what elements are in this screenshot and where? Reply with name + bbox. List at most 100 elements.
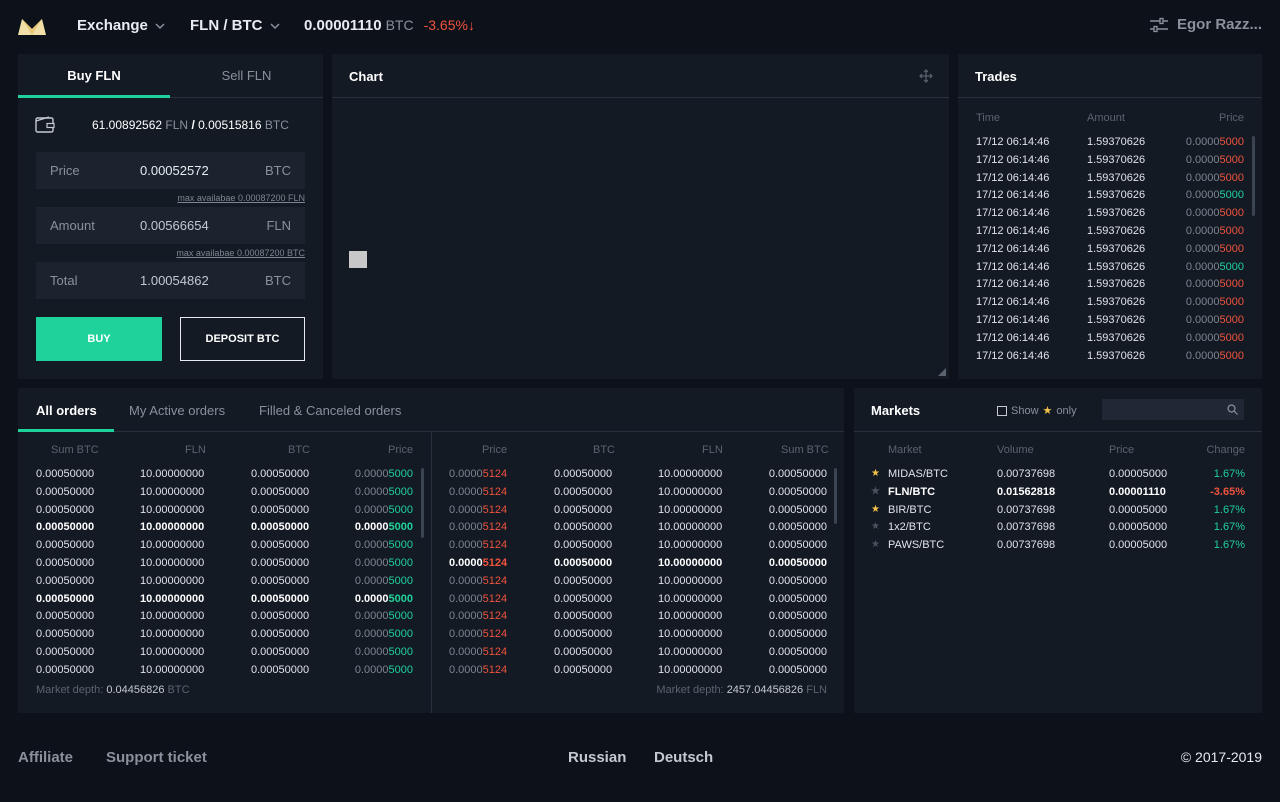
bid-row[interactable]: 0.00050000 10.00000000 0.00050000 0.0000500… — [18, 575, 431, 593]
ask-row[interactable]: 0.00005124 0.00050000 10.00000000 0.0005000… — [432, 575, 844, 593]
tab-filled-canceled-orders[interactable]: Filled & Canceled orders — [259, 403, 401, 418]
markets-col-volume: Volume — [997, 444, 1034, 456]
bid-row[interactable]: 0.00050000 10.00000000 0.00050000 0.0000500… — [18, 539, 431, 557]
trade-row[interactable]: 17/12 06:14:46 1.59370626 0.00005000 — [958, 350, 1262, 368]
bid-row[interactable]: 0.00050000 10.00000000 0.00050000 0.0000500… — [18, 593, 431, 611]
move-icon[interactable] — [919, 69, 933, 83]
ask-row[interactable]: 0.00005124 0.00050000 10.00000000 0.0005000… — [432, 557, 844, 575]
trade-price-prefix: 0.0000 — [1185, 278, 1220, 291]
star-icon[interactable]: ★ — [871, 468, 880, 479]
footer-lang-deutsch[interactable]: Deutsch — [654, 749, 713, 766]
bid-row[interactable]: 0.00050000 10.00000000 0.00050000 0.0000500… — [18, 468, 431, 486]
resize-handle-icon[interactable] — [938, 368, 946, 376]
trade-price-prefix: 0.0000 — [1185, 331, 1220, 344]
ask-price: 0.00005124 — [449, 610, 507, 622]
trade-amount: 1.59370626 — [1087, 171, 1146, 184]
ask-row[interactable]: 0.00005124 0.00050000 10.00000000 0.0005000… — [432, 521, 844, 539]
ask-row[interactable]: 0.00005124 0.00050000 10.00000000 0.0005000… — [432, 468, 844, 486]
star-icon[interactable]: ★ — [871, 539, 880, 550]
trade-row[interactable]: 17/12 06:14:46 1.59370626 0.00005000 — [958, 225, 1262, 243]
total-input[interactable]: 1.00054862 — [140, 273, 209, 288]
bid-price: 0.00005000 — [355, 539, 413, 551]
market-volume: 0.00737698 — [997, 503, 1056, 516]
ask-row[interactable]: 0.00005124 0.00050000 10.00000000 0.0005000… — [432, 610, 844, 628]
buy-button[interactable]: BUY — [36, 317, 162, 361]
favorites-filter[interactable]: Show ★ only — [997, 404, 1077, 417]
ask-price-prefix: 0.0000 — [449, 628, 483, 641]
bid-row[interactable]: 0.00050000 10.00000000 0.00050000 0.0000500… — [18, 664, 431, 682]
total-field[interactable]: Total 1.00054862 BTC — [36, 262, 305, 299]
ask-price-prefix: 0.0000 — [449, 592, 483, 605]
bid-price: 0.00005000 — [355, 557, 413, 569]
trade-row[interactable]: 17/12 06:14:46 1.59370626 0.00005000 — [958, 332, 1262, 350]
price-max-hint[interactable]: max availabae 0.00087200 FLN — [177, 193, 305, 203]
trade-row[interactable]: 17/12 06:14:46 1.59370626 0.00005000 — [958, 207, 1262, 225]
exchange-menu[interactable]: Exchange — [77, 17, 166, 34]
bids-scrollbar[interactable] — [421, 468, 424, 538]
trade-row[interactable]: 17/12 06:14:46 1.59370626 0.00005000 — [958, 189, 1262, 207]
bid-row[interactable]: 0.00050000 10.00000000 0.00050000 0.0000500… — [18, 504, 431, 522]
market-row[interactable]: ★ FLN/BTC 0.01562818 0.00001110 -3.65% — [854, 486, 1262, 504]
trade-row[interactable]: 17/12 06:14:46 1.59370626 0.00005000 — [958, 278, 1262, 296]
footer-affiliate-link[interactable]: Affiliate — [18, 749, 73, 766]
footer-lang-russian[interactable]: Russian — [568, 749, 626, 766]
market-row[interactable]: ★ PAWS/BTC 0.00737698 0.00005000 1.67% — [854, 539, 1262, 557]
footer-support-link[interactable]: Support ticket — [106, 749, 207, 766]
bid-sum-btc: 0.00050000 — [36, 539, 95, 552]
bid-row[interactable]: 0.00050000 10.00000000 0.00050000 0.0000500… — [18, 628, 431, 646]
tab-sell[interactable]: Sell FLN — [170, 54, 323, 98]
market-row[interactable]: ★ 1x2/BTC 0.00737698 0.00005000 1.67% — [854, 521, 1262, 539]
bid-price-suffix: 5000 — [388, 468, 413, 480]
amount-field-unit: FLN — [266, 218, 291, 233]
trades-scrollbar[interactable] — [1252, 136, 1255, 216]
ask-row[interactable]: 0.00005124 0.00050000 10.00000000 0.0005000… — [432, 539, 844, 557]
show-favorites-checkbox[interactable] — [997, 405, 1007, 416]
bid-row[interactable]: 0.00050000 10.00000000 0.00050000 0.0000500… — [18, 610, 431, 628]
ask-row[interactable]: 0.00005124 0.00050000 10.00000000 0.0005000… — [432, 593, 844, 611]
amount-field[interactable]: Amount 0.00566654 FLN — [36, 207, 305, 244]
ask-row[interactable]: 0.00005124 0.00050000 10.00000000 0.0005000… — [432, 486, 844, 504]
ask-row[interactable]: 0.00005124 0.00050000 10.00000000 0.0005000… — [432, 664, 844, 682]
markets-search[interactable] — [1102, 399, 1244, 420]
trade-row[interactable]: 17/12 06:14:46 1.59370626 0.00005000 — [958, 296, 1262, 314]
bid-row[interactable]: 0.00050000 10.00000000 0.00050000 0.0000500… — [18, 646, 431, 664]
trade-row[interactable]: 17/12 06:14:46 1.59370626 0.00005000 — [958, 136, 1262, 154]
deposit-button[interactable]: DEPOSIT BTC — [180, 317, 305, 361]
pair-selector[interactable]: FLN / BTC — [190, 17, 281, 34]
search-icon[interactable] — [1227, 404, 1238, 415]
market-change: -3.65% — [1210, 485, 1245, 498]
amount-max-hint[interactable]: max availabae 0.00087200 BTC — [176, 248, 305, 258]
trade-row[interactable]: 17/12 06:14:46 1.59370626 0.00005000 — [958, 154, 1262, 172]
bid-row[interactable]: 0.00050000 10.00000000 0.00050000 0.0000500… — [18, 557, 431, 575]
market-row[interactable]: ★ BIR/BTC 0.00737698 0.00005000 1.67% — [854, 504, 1262, 522]
ask-row[interactable]: 0.00005124 0.00050000 10.00000000 0.0005000… — [432, 628, 844, 646]
sliders-icon[interactable] — [1149, 17, 1169, 33]
price-field[interactable]: Price 0.00052572 BTC — [36, 152, 305, 189]
bid-price: 0.00005000 — [355, 575, 413, 587]
star-icon[interactable]: ★ — [871, 504, 880, 515]
bid-btc: 0.00050000 — [251, 610, 310, 623]
bid-row[interactable]: 0.00050000 10.00000000 0.00050000 0.0000500… — [18, 521, 431, 539]
trade-row[interactable]: 17/12 06:14:46 1.59370626 0.00005000 — [958, 314, 1262, 332]
trade-row[interactable]: 17/12 06:14:46 1.59370626 0.00005000 — [958, 243, 1262, 261]
market-row[interactable]: ★ MIDAS/BTC 0.00737698 0.00005000 1.67% — [854, 468, 1262, 486]
asks-scrollbar[interactable] — [834, 468, 837, 524]
ask-fln: 10.00000000 — [658, 503, 723, 516]
logo-icon[interactable] — [18, 17, 46, 35]
bid-row[interactable]: 0.00050000 10.00000000 0.00050000 0.0000500… — [18, 486, 431, 504]
trade-row[interactable]: 17/12 06:14:46 1.59370626 0.00005000 — [958, 261, 1262, 279]
user-menu[interactable]: Egor Razz... — [1149, 16, 1262, 33]
tab-buy[interactable]: Buy FLN — [18, 54, 170, 98]
amount-input[interactable]: 0.00566654 — [140, 218, 209, 233]
trade-price-prefix: 0.0000 — [1185, 242, 1220, 255]
ask-row[interactable]: 0.00005124 0.00050000 10.00000000 0.0005000… — [432, 646, 844, 664]
ask-row[interactable]: 0.00005124 0.00050000 10.00000000 0.0005000… — [432, 504, 844, 522]
tab-all-orders[interactable]: All orders — [36, 403, 97, 418]
star-icon[interactable]: ★ — [871, 521, 880, 532]
trade-row[interactable]: 17/12 06:14:46 1.59370626 0.00005000 — [958, 172, 1262, 190]
bid-fln: 10.00000000 — [140, 592, 205, 605]
tab-my-active-orders[interactable]: My Active orders — [129, 403, 225, 418]
price-input[interactable]: 0.00052572 — [140, 163, 209, 178]
star-icon[interactable]: ★ — [871, 486, 880, 497]
markets-search-input[interactable] — [1102, 399, 1220, 420]
